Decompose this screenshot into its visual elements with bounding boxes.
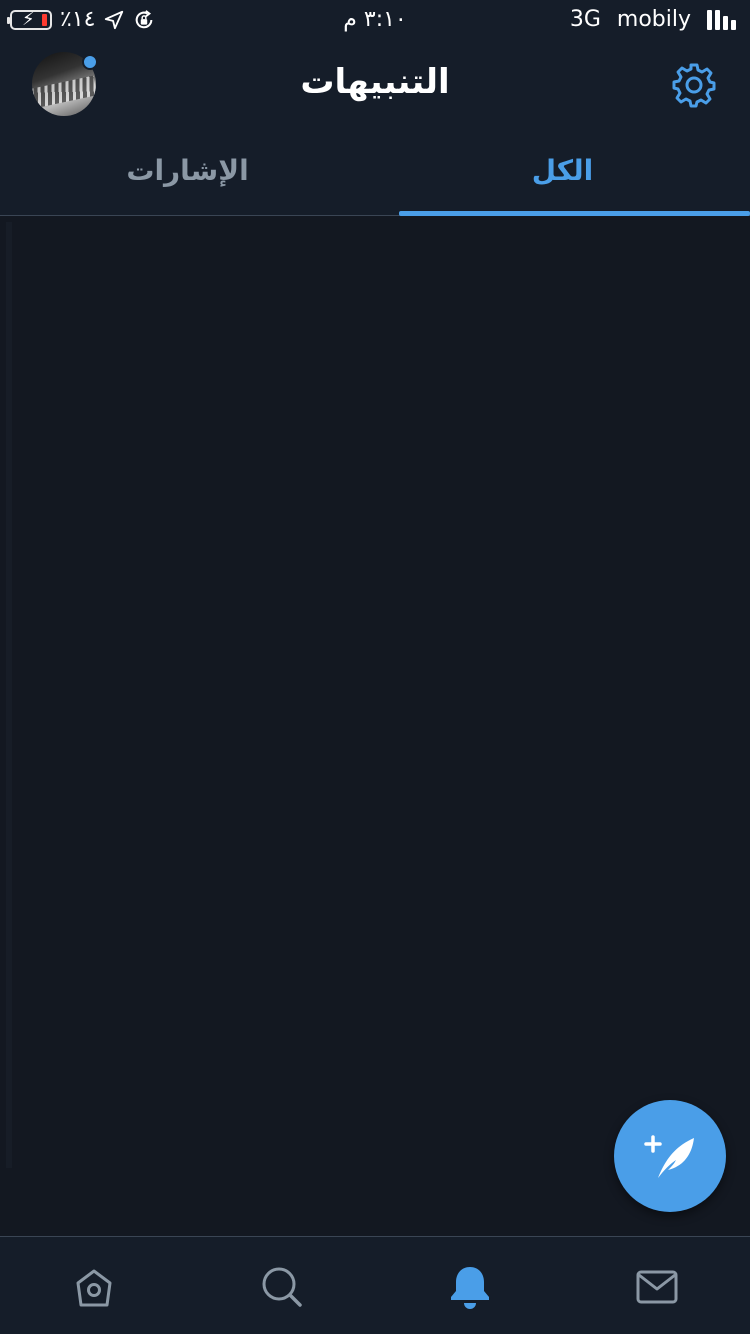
status-bar-right: 3G mobily [570,6,736,34]
network-type: 3G [569,7,601,32]
compose-tweet-icon [644,1135,694,1178]
tab-all[interactable]: الكل [375,128,750,216]
header: التنبيهات [0,40,750,128]
page-title: التنبيهات [300,62,450,102]
bottom-tab-bar [0,1236,750,1334]
scrollbar[interactable] [6,222,12,1168]
carrier-name: mobily [616,7,691,32]
home-icon[interactable] [70,1263,118,1311]
tab-mentions[interactable]: الإشارات [0,128,375,216]
compose-button[interactable] [614,1100,726,1212]
notifications-list[interactable] [0,216,750,1236]
search-icon[interactable] [258,1263,306,1311]
signal-bars-icon [707,10,736,30]
notifications-screen: ⚡ ٪١٤ ٣:١٠ م 3G mobily التنبيهات الإشارا… [0,0,750,1334]
gear-icon[interactable] [670,60,718,108]
mail-icon[interactable] [633,1263,681,1311]
status-bar: ⚡ ٪١٤ ٣:١٠ م 3G mobily [0,0,750,40]
bell-icon[interactable] [446,1263,494,1311]
notification-tabs: الإشارات الكل [0,128,750,216]
